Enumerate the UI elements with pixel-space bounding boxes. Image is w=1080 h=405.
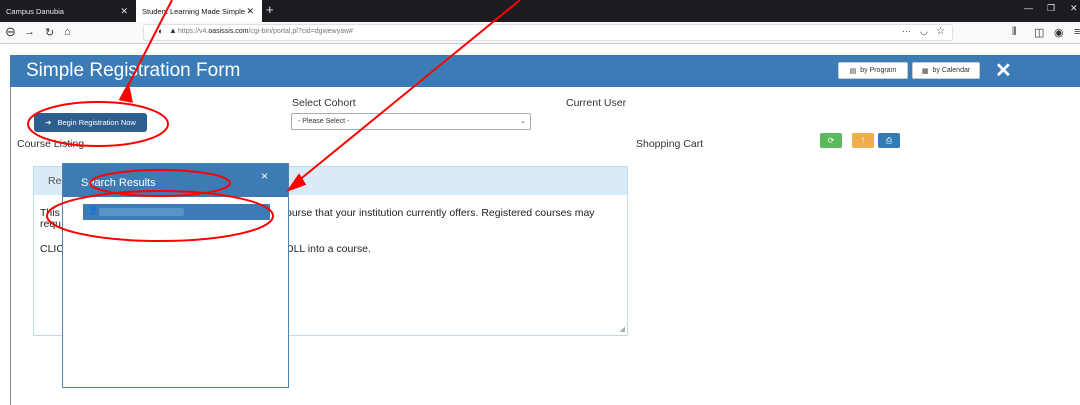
search-results-modal: Search Results × 👤 bbox=[62, 163, 289, 388]
shield-icon[interactable]: ◐ bbox=[158, 26, 163, 36]
account-icon[interactable]: ◉ bbox=[1054, 26, 1064, 39]
begin-registration-button[interactable]: ➔ Begin Registration Now bbox=[34, 113, 147, 132]
url-domain: oasissis.com bbox=[208, 28, 249, 35]
panel-text-line3-right: DLL into a course. bbox=[286, 243, 371, 255]
chevron-down-icon: ⌄ bbox=[520, 118, 526, 125]
modal-title: Search Results bbox=[81, 177, 156, 189]
by-program-button[interactable]: ▤ by Program bbox=[838, 62, 908, 79]
panel-text-line3-left: CLIC bbox=[40, 243, 64, 255]
forward-icon[interactable]: → bbox=[24, 26, 35, 38]
arrow-right-icon: ➔ bbox=[45, 118, 52, 127]
window-close-icon[interactable]: ✕ bbox=[1070, 3, 1078, 14]
calendar-icon: ▦ bbox=[921, 67, 929, 75]
exclamation-icon: ! bbox=[861, 136, 865, 145]
by-calendar-label: by Calendar bbox=[932, 67, 971, 74]
url-text: https://v4.oasissis.com/cgi-bin/portal.p… bbox=[178, 28, 353, 35]
tab-label: Student Learning Made Simple bbox=[142, 6, 245, 16]
browser-tab-campus[interactable]: Campus Danubia ✕ bbox=[0, 0, 136, 22]
maximize-icon[interactable]: ❐ bbox=[1047, 3, 1055, 14]
left-border bbox=[10, 87, 11, 405]
new-tab-icon[interactable]: + bbox=[266, 2, 274, 17]
more-icon[interactable]: ··· bbox=[902, 26, 911, 36]
cohort-select-value: - Please Select - bbox=[298, 118, 350, 125]
app-header: Simple Registration Form ▤ by Program ▦ … bbox=[10, 55, 1080, 87]
tab-close-icon[interactable]: ✕ bbox=[246, 6, 254, 17]
select-cohort-label: Select Cohort bbox=[292, 97, 356, 109]
modal-header: Search Results × bbox=[63, 164, 288, 197]
course-listing-label: Course Listing bbox=[17, 138, 85, 150]
redacted-name bbox=[99, 208, 184, 216]
url-prefix: https://v4. bbox=[178, 28, 209, 35]
modal-close-icon[interactable]: × bbox=[261, 169, 268, 183]
bookmark-star-icon[interactable]: ☆ bbox=[936, 26, 945, 37]
library-icon[interactable]: ⫴ bbox=[1012, 26, 1017, 39]
search-result-item[interactable]: 👤 bbox=[83, 204, 270, 220]
refresh-icon: ⟳ bbox=[827, 136, 835, 145]
page-title: Simple Registration Form bbox=[26, 60, 241, 81]
by-program-label: by Program bbox=[860, 67, 897, 74]
browser-navbar: ⊖ → ↻ ⌂ ◐ ▲ https://v4.oasissis.com/cgi-… bbox=[0, 22, 1080, 44]
cohort-select[interactable]: - Please Select - ⌄ bbox=[291, 113, 531, 130]
print-icon: ⎙ bbox=[885, 135, 893, 145]
minimize-icon[interactable]: — bbox=[1024, 3, 1033, 13]
reload-icon[interactable]: ↻ bbox=[45, 26, 54, 39]
home-icon[interactable]: ⌂ bbox=[64, 26, 71, 38]
sidebar-icon[interactable]: ◫ bbox=[1034, 26, 1044, 39]
browser-tab-active[interactable]: Student Learning Made Simple ✕ bbox=[136, 0, 262, 22]
lock-icon[interactable]: ▲ bbox=[169, 26, 177, 35]
panel-tab[interactable]: Re bbox=[48, 175, 61, 187]
shopping-cart-label: Shopping Cart bbox=[636, 138, 704, 150]
browser-tabbar: Campus Danubia ✕ Student Learning Made S… bbox=[0, 0, 1080, 22]
user-icon: 👤 bbox=[88, 206, 98, 215]
arrowhead-begin bbox=[118, 81, 133, 103]
close-icon[interactable]: ✕ bbox=[995, 58, 1012, 83]
menu-icon[interactable]: ≡ bbox=[1074, 26, 1080, 38]
by-calendar-button[interactable]: ▦ by Calendar bbox=[912, 62, 980, 79]
begin-registration-label: Begin Registration Now bbox=[57, 118, 136, 127]
pocket-icon[interactable]: ◡ bbox=[920, 26, 928, 37]
current-user-label: Current User bbox=[566, 97, 627, 109]
url-bar[interactable]: ◐ ▲ https://v4.oasissis.com/cgi-bin/port… bbox=[143, 24, 953, 41]
refresh-cart-button[interactable]: ⟳ bbox=[820, 133, 842, 148]
back-icon[interactable]: ⊖ bbox=[5, 24, 16, 40]
panel-text-line1-right: ourse that your institution currently of… bbox=[286, 207, 595, 219]
tab-label: Campus Danubia bbox=[6, 6, 64, 16]
tab-close-icon[interactable]: ✕ bbox=[120, 6, 128, 17]
alert-cart-button[interactable]: ! bbox=[852, 133, 874, 148]
resize-handle-icon[interactable]: ◢ bbox=[620, 325, 625, 333]
panel-text-line2-left: requ bbox=[40, 218, 62, 230]
print-cart-button[interactable]: ⎙ bbox=[878, 133, 900, 148]
document-icon: ▤ bbox=[849, 67, 857, 75]
url-path: /cgi-bin/portal.pl?cid=dgwewyaw# bbox=[248, 28, 353, 35]
